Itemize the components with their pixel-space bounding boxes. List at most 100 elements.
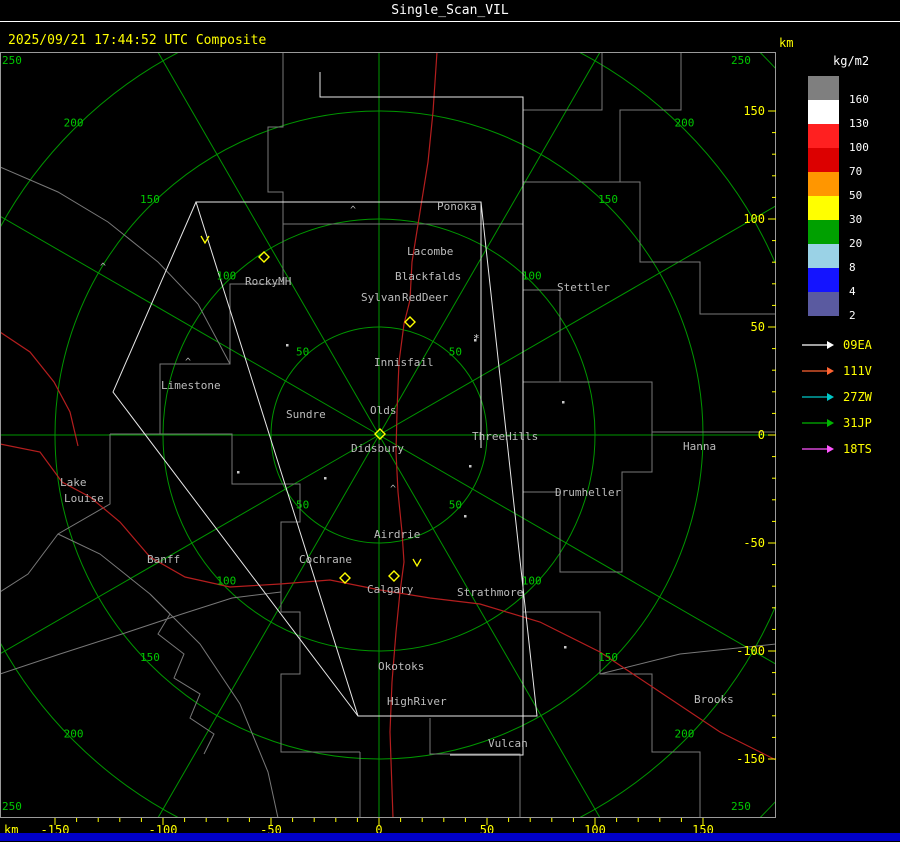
site-arrow-icon [802, 341, 834, 349]
county-boundary [0, 166, 231, 365]
peak-marker-icon: ^ [185, 357, 191, 368]
range-ring-label: 100 [216, 269, 236, 282]
range-ring-label: 100 [522, 575, 542, 588]
color-swatch [808, 148, 839, 172]
range-ring-label: 150 [598, 651, 618, 664]
axis-label-right: 150 [743, 104, 765, 118]
station-dot-icon [464, 515, 467, 518]
range-ring-label: 50 [449, 498, 462, 511]
site-arrow-icon [802, 393, 834, 401]
color-swatch [808, 244, 839, 268]
city-label: Strathmore [457, 586, 523, 599]
radar-display: 50 50 50 50 100 100 100 100 150 150 150 150 200 200 20… [0, 52, 776, 838]
range-ring-label: 150 [140, 651, 160, 664]
peak-marker-icon: ^ [100, 262, 106, 273]
colorbar-entry: 8 [785, 244, 900, 274]
site-id: 111V [843, 364, 872, 378]
site-id: 31JP [843, 416, 872, 430]
site-id: 18TS [843, 442, 872, 456]
city-label: Louise [64, 492, 104, 505]
county-boundary [267, 52, 523, 225]
peak-marker-icon: ^ [350, 205, 356, 216]
city-label: Drumheller [555, 486, 622, 499]
colorbar: 160 130 100 70 50 30 20 8 4 2 [785, 76, 900, 322]
city-label: Cochrane [299, 553, 352, 566]
axis-label-right: 100 [743, 212, 765, 226]
county-boundary [523, 381, 653, 573]
city-label: Vulcan [488, 737, 528, 750]
site-row: 09EA [801, 332, 900, 358]
colorbar-entry: 2 [785, 292, 900, 322]
color-swatch [808, 172, 839, 196]
range-ring-label: 50 [296, 498, 309, 511]
county-boundary [523, 611, 701, 818]
color-swatch [808, 196, 839, 220]
axis-label-right: -150 [736, 752, 765, 766]
county-boundary [0, 434, 111, 593]
city-marker-icon [339, 572, 351, 584]
site-row: 111V [801, 358, 900, 384]
axis-label-right: 0 [758, 428, 765, 442]
range-ring-label: 250 [731, 54, 751, 67]
city-label: Lacombe [407, 245, 453, 258]
site-legend: 09EA 111V 27ZW 31JP 18TS [785, 332, 900, 462]
city-label: Lake [60, 476, 87, 489]
county-boundary [523, 289, 561, 383]
distance-unit-label: km [779, 36, 794, 50]
city-label: Stettler [557, 281, 610, 294]
colorbar-entry: 4 [785, 268, 900, 298]
city-label: RedDeer [402, 291, 449, 304]
colorbar-unit-label: kg/m2 [833, 54, 870, 68]
city-label: Calgary [367, 583, 414, 596]
colorbar-entry: 70 [785, 148, 900, 178]
scan-timestamp: 2025/09/21 17:44:52 UTC Composite [8, 33, 267, 48]
city-label: Innisfail [374, 356, 434, 369]
color-swatch [808, 100, 839, 124]
site-arrow-icon [802, 419, 834, 427]
range-ring-label: 50 [296, 346, 309, 359]
range-ring-label: 150 [598, 193, 618, 206]
scan-sector-outline [319, 72, 524, 756]
station-dot-icon [562, 401, 565, 404]
colorbar-entry: 30 [785, 196, 900, 226]
city-label: Blackfalds [395, 270, 461, 283]
range-ring-label: 200 [64, 727, 84, 740]
city-label: ThreeHills [472, 430, 538, 443]
colorbar-entry: 50 [785, 172, 900, 202]
colorbar-value: 2 [849, 309, 856, 322]
range-ring-label: 100 [522, 269, 542, 282]
city-label: Okotoks [378, 660, 424, 673]
range-ring-label: 50 [449, 346, 462, 359]
site-row: 31JP [801, 410, 900, 436]
city-label: Sundre [286, 408, 326, 421]
county-boundary [523, 52, 603, 111]
color-swatch [808, 124, 839, 148]
legend-panel: kg/m2 160 130 100 70 50 30 20 8 4 2 09EA 111V 27ZW 3… [785, 52, 900, 462]
range-ring-label: 200 [64, 117, 84, 130]
station-dot-icon [237, 471, 240, 474]
city-label: Banff [147, 553, 180, 566]
station-dot-icon [286, 344, 289, 347]
city-label: RockyMH [245, 275, 291, 288]
site-arrow-icon [802, 445, 834, 453]
city-label: Limestone [161, 379, 221, 392]
city-label: Hanna [683, 440, 716, 453]
color-swatch [808, 76, 839, 100]
city-label: Sylvan [361, 291, 401, 304]
colorbar-entry: 20 [785, 220, 900, 250]
highway-line [0, 443, 776, 761]
color-swatch [808, 268, 839, 292]
station-dot-icon [324, 477, 327, 480]
city-marker-icon [404, 316, 416, 328]
range-ring-label: 100 [216, 575, 236, 588]
station-dot-icon [469, 465, 472, 468]
colorbar-entry: 100 [785, 124, 900, 154]
azimuth-line [157, 52, 380, 436]
range-ring-label: 200 [675, 117, 695, 130]
taskbar [0, 833, 900, 841]
range-ring-label: 150 [140, 193, 160, 206]
colorbar-entry: 160 [785, 76, 900, 106]
city-label: Didsbury [351, 442, 404, 455]
site-row: 27ZW [801, 384, 900, 410]
city-label: Airdrie [374, 528, 420, 541]
